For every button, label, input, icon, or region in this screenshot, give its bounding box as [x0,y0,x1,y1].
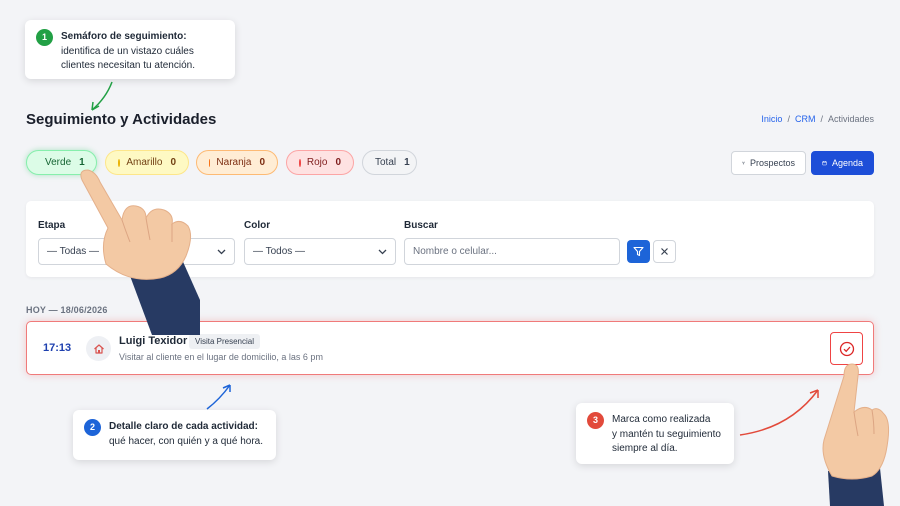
pointing-hand-icon [80,169,200,335]
arrow-callout-2 [206,384,231,410]
arrow-callout-1 [91,81,113,111]
pointing-hand-icon [822,363,890,506]
arrow-callout-3 [739,389,819,436]
